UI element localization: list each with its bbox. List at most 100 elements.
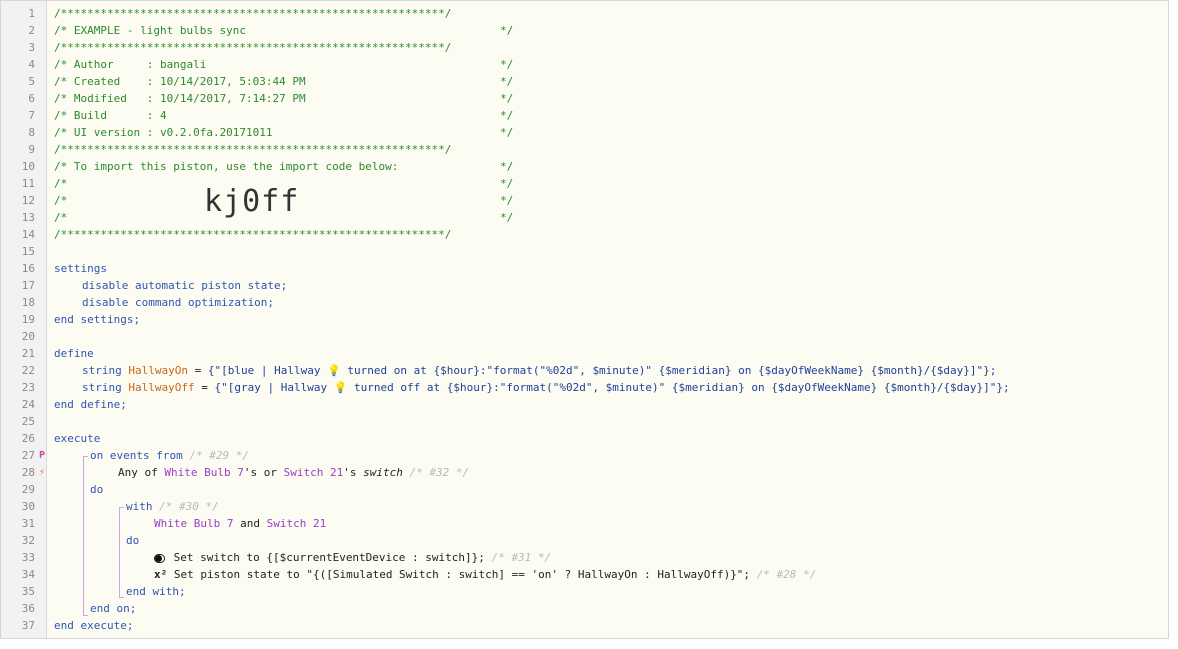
execute-keyword[interactable]: execute [54, 430, 100, 447]
code-line-22[interactable]: 22 string HallwayOn = {"[blue | Hallway … [1, 362, 1168, 379]
code-line-24: 24 end define; [1, 396, 1168, 413]
end-settings-keyword: end settings; [54, 313, 141, 326]
code-line-5: 5 /* Created : 10/14/2017, 5:03:44 PM */ [1, 73, 1168, 90]
code-line-3: 3 /*************************************… [1, 39, 1168, 56]
code-editor[interactable]: 1 /*************************************… [0, 0, 1169, 639]
code-line-31[interactable]: 31 White Bulb 7 and Switch 21 [1, 515, 1168, 532]
device-switch-21[interactable]: Switch 21 [267, 517, 327, 530]
code-line-35: 35 end with; [1, 583, 1168, 600]
end-on-keyword: end on; [90, 602, 137, 615]
with-devices[interactable]: White Bulb 7 and Switch 21 [154, 515, 326, 532]
import-code: kj0ff [204, 184, 300, 219]
and-text: and [240, 517, 260, 530]
device-white-bulb-7[interactable]: White Bulb 7 [164, 466, 243, 479]
code-line-2: 2 /* EXAMPLE - light bulbs sync */ [1, 22, 1168, 39]
code-line-19: 19 end settings; [1, 311, 1168, 328]
setting-disable-optimization[interactable]: disable command optimization; [82, 294, 274, 311]
statement-id: /* #29 */ [189, 449, 249, 462]
comment-close: */ [500, 160, 514, 173]
variable-definition-hallway-on[interactable]: string HallwayOn = {"[blue | Hallway 💡 t… [82, 362, 996, 379]
block-guide-tick [83, 456, 88, 457]
line-number: 35 [21, 585, 35, 598]
line-number: 12 [21, 194, 35, 207]
statement-id: /* #30 */ [159, 500, 219, 513]
light-bulb-icon: 💡 [327, 364, 341, 377]
variable-definition-hallway-off[interactable]: string HallwayOff = {"[gray | Hallway 💡 … [82, 379, 1010, 396]
code-line-28[interactable]: 28 ⚡ Any of White Bulb 7's or Switch 21'… [1, 464, 1168, 481]
possessive-text: 's [343, 466, 357, 479]
with-block-guide [119, 507, 120, 598]
line-number: 8 [28, 126, 35, 139]
code-line-7: 7 /* Build : 4 */ [1, 107, 1168, 124]
line-number: 7 [28, 109, 35, 122]
header-import-text: /* To import this piston, use the import… [54, 160, 399, 173]
code-line-10: 10 /* To import this piston, use the imp… [1, 158, 1168, 175]
line-number: 2 [28, 24, 35, 37]
set-piston-state-task[interactable]: x² Set piston state to "{([Simulated Swi… [154, 566, 816, 583]
event-condition[interactable]: Any of White Bulb 7's or Switch 21's swi… [118, 464, 469, 481]
device-switch-21[interactable]: Switch 21 [284, 466, 344, 479]
line-number: 18 [21, 296, 35, 309]
on-events-statement[interactable]: on events from /* #29 */ [90, 447, 249, 464]
code-line-1: 1 /*************************************… [1, 5, 1168, 22]
settings-keyword[interactable]: settings [54, 260, 107, 277]
type-keyword: string [82, 364, 122, 377]
with-keyword: with [126, 500, 153, 513]
code-line-27[interactable]: 27 P on events from /* #29 */ [1, 447, 1168, 464]
line-number: 28 [21, 466, 35, 479]
line-number: 21 [21, 347, 35, 360]
header-ui-version: /* UI version : v0.2.0fa.20171011 [54, 126, 273, 139]
line-number: 29 [21, 483, 35, 496]
header-build: /* Build : 4 [54, 109, 167, 122]
statement-id: /* #32 */ [409, 466, 470, 479]
code-line-34[interactable]: 34 x² Set piston state to "{([Simulated … [1, 566, 1168, 583]
code-line-33[interactable]: 33 Set switch to {[$currentEventDevice :… [1, 549, 1168, 566]
line-number: 1 [28, 7, 35, 20]
line-number: 22 [21, 364, 35, 377]
comment-close: */ [500, 24, 514, 37]
line-number: 10 [21, 160, 35, 173]
line-number: 14 [21, 228, 35, 241]
type-keyword: string [82, 381, 122, 394]
on-events-keyword: on events from [90, 449, 183, 462]
code-line-14: 14 /************************************… [1, 226, 1168, 243]
code-line-15: 15 [1, 243, 1168, 260]
with-statement[interactable]: with /* #30 */ [126, 498, 219, 515]
header-title: /* EXAMPLE - light bulbs sync [54, 24, 247, 37]
light-bulb-icon: 💡 [333, 381, 348, 394]
header-rule: /***************************************… [54, 41, 452, 54]
comment-close: */ [500, 126, 514, 139]
block-guide-tick [83, 615, 88, 616]
block-guide-tick [119, 597, 124, 598]
setting-disable-state[interactable]: disable automatic piston state; [82, 277, 287, 294]
line-number: 34 [21, 568, 35, 581]
header-rule: /***************************************… [54, 143, 452, 156]
code-line-9: 9 /*************************************… [1, 141, 1168, 158]
code-line-6: 6 /* Modified : 10/14/2017, 7:14:27 PM *… [1, 90, 1168, 107]
assign-operator: = [194, 364, 202, 377]
line-number: 20 [21, 330, 35, 343]
end-execute-keyword: end execute; [54, 619, 134, 632]
define-keyword[interactable]: define [54, 345, 94, 362]
header-created: /* Created : 10/14/2017, 5:03:44 PM [54, 75, 306, 88]
line-number: 33 [21, 551, 35, 564]
line-number: 30 [21, 500, 35, 513]
code-line-32: 32 do [1, 532, 1168, 549]
line-number: 17 [21, 279, 35, 292]
line-number: 25 [21, 415, 35, 428]
assign-operator: = [201, 381, 208, 394]
possessive-or-text: 's or [243, 466, 277, 479]
code-line-23[interactable]: 23 string HallwayOff = {"[gray | Hallway… [1, 379, 1168, 396]
variable-value-part: {"[blue | Hallway [207, 364, 328, 377]
code-line-11: 11 /* */ [1, 175, 1168, 192]
on-events-block-guide [83, 456, 84, 616]
set-switch-value: {[$currentEventDevice : switch]}; [266, 551, 485, 564]
code-line-30[interactable]: 30 with /* #30 */ [1, 498, 1168, 515]
line-number: 3 [28, 41, 35, 54]
code-line-20: 20 [1, 328, 1168, 345]
device-white-bulb-7[interactable]: White Bulb 7 [154, 517, 233, 530]
header-author: /* Author : bangali [54, 58, 207, 71]
code-line-29: 29 do [1, 481, 1168, 498]
set-state-value: "{([Simulated Switch : switch] == 'on' ?… [306, 568, 751, 581]
set-switch-task[interactable]: Set switch to {[$currentEventDevice : sw… [154, 549, 551, 566]
